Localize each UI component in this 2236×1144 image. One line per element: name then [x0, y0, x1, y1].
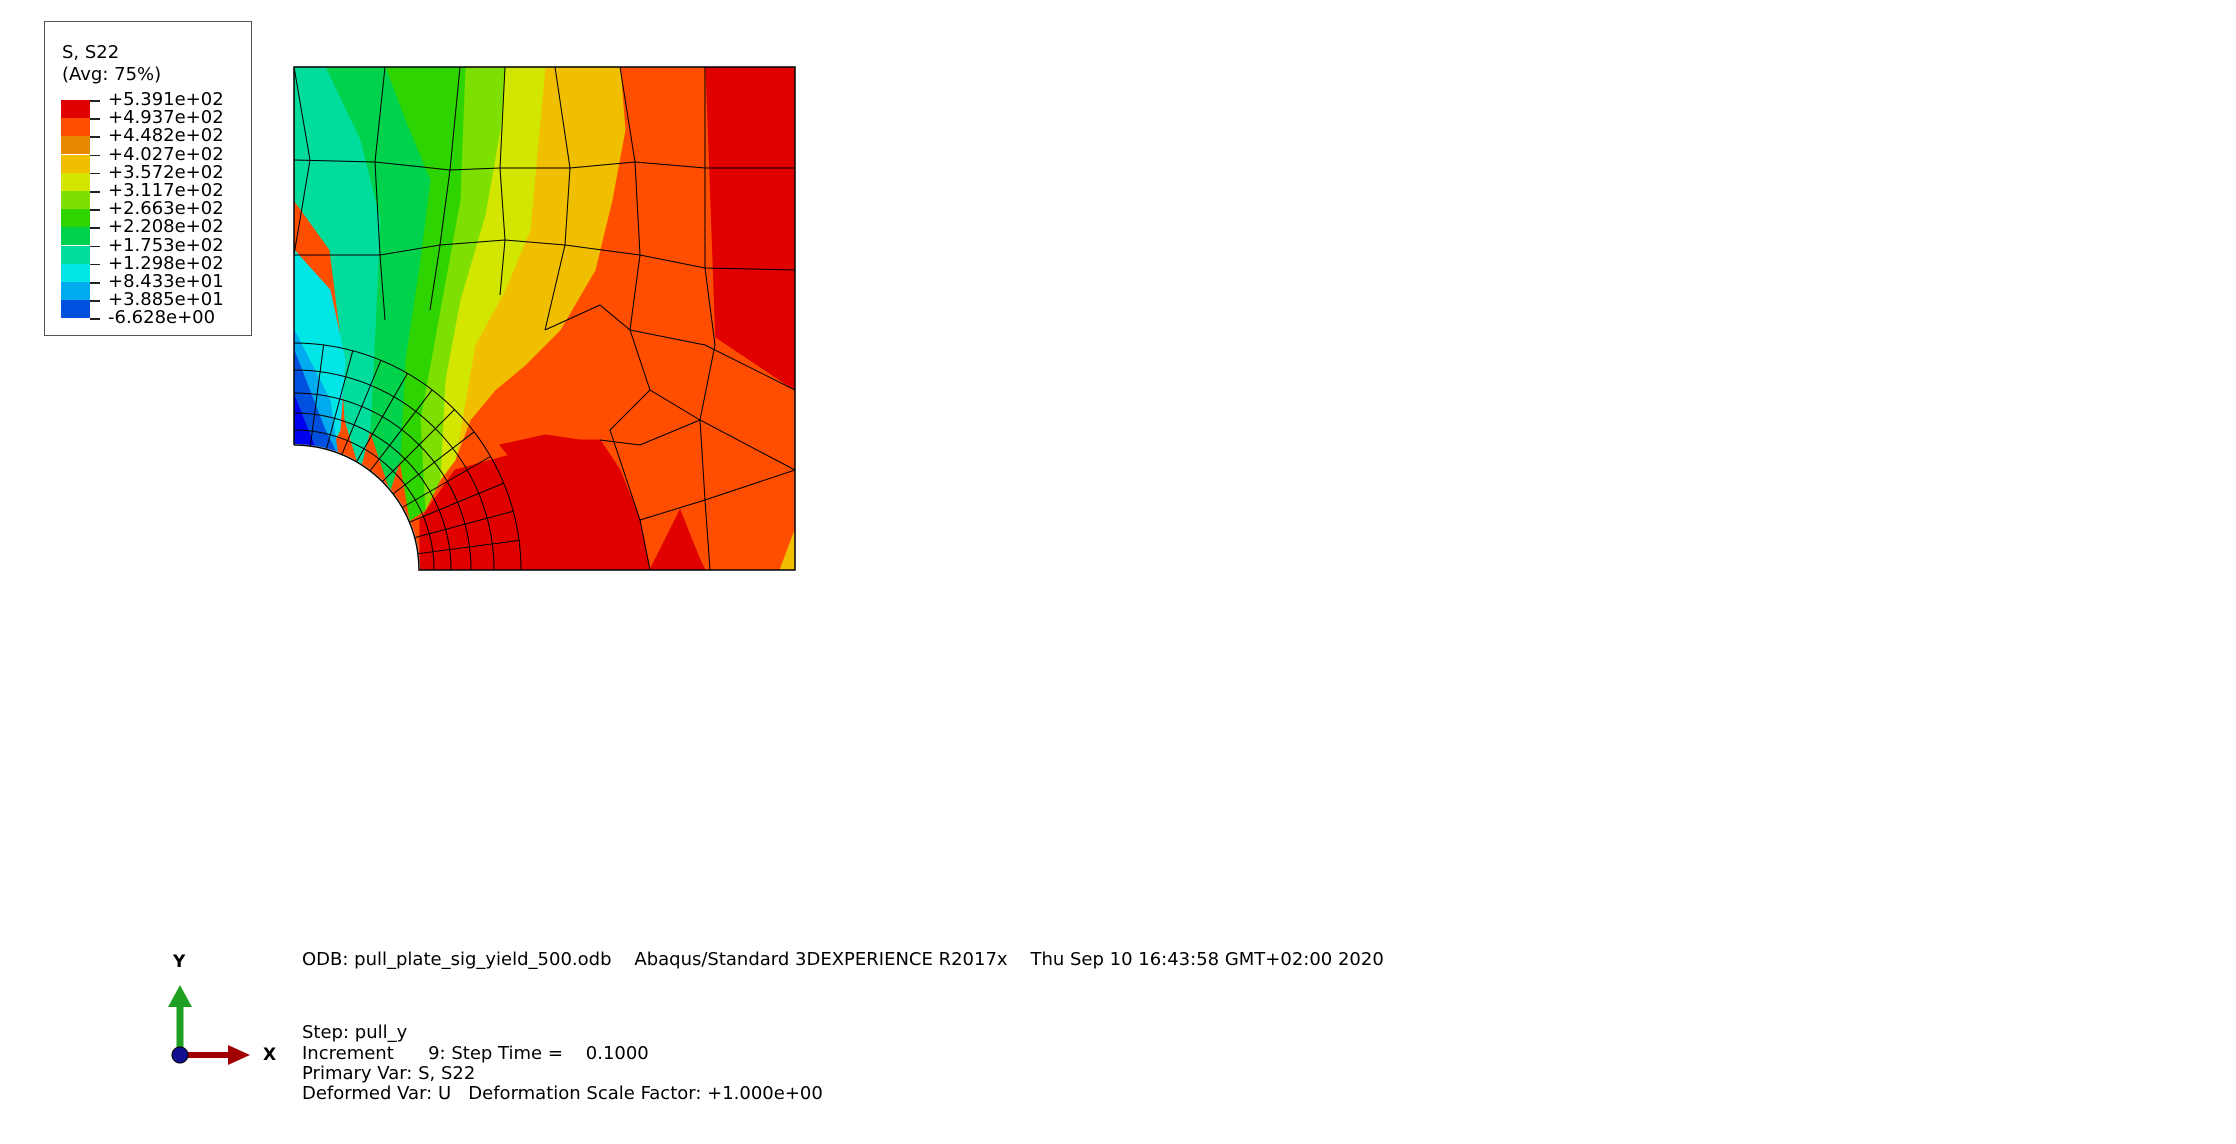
triad-x-arrowhead: [228, 1045, 250, 1065]
primary-var-line: Primary Var: S, S22: [302, 1063, 476, 1084]
viewport[interactable]: S, S22 (Avg: 75%) +5.391e+02 +4.937e+02 +4…: [0, 0, 2236, 1144]
increment-info-line: Increment 9: Step Time = 0.1000: [302, 1043, 649, 1064]
axis-triad: [168, 985, 250, 1065]
triad-x-label: X: [263, 1045, 277, 1065]
deformed-var-line: Deformed Var: U Deformation Scale Factor…: [302, 1083, 823, 1104]
triad-y-label: Y: [173, 952, 186, 972]
step-info-line: Step: pull_y: [302, 1022, 408, 1043]
triad-origin: [171, 1046, 189, 1064]
contour-plot: [293, 66, 796, 571]
triad-y-arrowhead: [168, 985, 192, 1007]
odb-info-line: ODB: pull_plate_sig_yield_500.odb Abaqus…: [302, 949, 1384, 970]
